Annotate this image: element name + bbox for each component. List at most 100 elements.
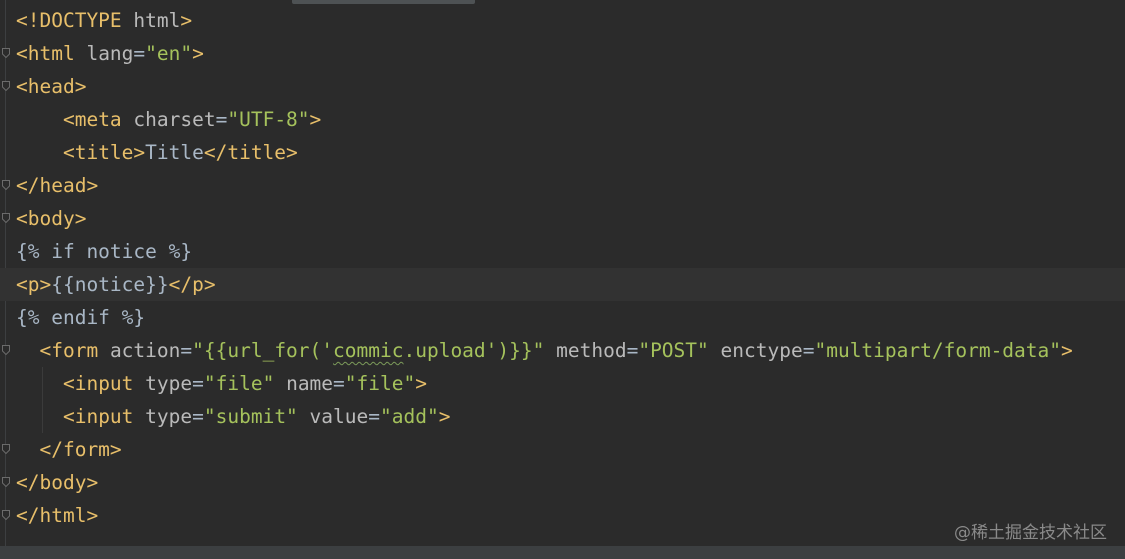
code-line-content: <meta charset="UTF-8"> — [16, 103, 321, 136]
code-line-content: <!DOCTYPE html> — [16, 4, 192, 37]
code-token: "POST" — [638, 339, 709, 362]
code-token: </head> — [16, 174, 99, 197]
code-token: lang — [86, 42, 134, 65]
code-line-content: <head> — [16, 70, 86, 103]
code-line-content: <form action="{{url_for('commic.upload')… — [16, 334, 1073, 367]
code-token: = — [802, 339, 815, 362]
code-line[interactable]: <title>Title</title> — [0, 136, 1125, 169]
code-line-content: <body> — [16, 202, 86, 235]
code-token: > — [1061, 339, 1073, 362]
code-line-content: <p>{{notice}}</p> — [16, 268, 216, 301]
code-token: "add" — [380, 405, 439, 428]
code-line-content: <title>Title</title> — [16, 136, 298, 169]
code-line-content: <input type="submit" value="add"> — [16, 400, 450, 433]
code-line[interactable]: </form> — [0, 433, 1125, 466]
code-token: <input — [62, 405, 146, 428]
code-line[interactable]: <html lang="en"> — [0, 37, 1125, 70]
code-token: <head> — [16, 75, 87, 98]
code-line[interactable]: <p>{{notice}}</p> — [0, 268, 1125, 301]
code-line[interactable]: {% endif %} — [0, 301, 1125, 334]
code-token: <body> — [16, 207, 87, 230]
code-token: <!DOCTYPE — [16, 9, 134, 32]
code-token: .upload')}}" — [403, 339, 545, 362]
code-token: {% endif %} — [16, 306, 146, 329]
indent-guide — [42, 367, 43, 433]
code-line-content: </head> — [16, 169, 98, 202]
code-line-content: </html> — [16, 499, 98, 532]
code-token: = — [192, 372, 204, 395]
code-token: Title — [145, 141, 204, 164]
code-token: commic — [333, 339, 404, 362]
code-line-content: {% if notice %} — [16, 235, 192, 268]
code-token: = — [333, 372, 345, 395]
code-token: method — [556, 339, 627, 362]
code-line-content: <html lang="en"> — [16, 37, 204, 70]
code-line[interactable]: {% if notice %} — [0, 235, 1125, 268]
code-token: <html — [16, 42, 87, 65]
code-token: "file" — [203, 372, 275, 395]
code-token: > — [415, 372, 427, 395]
status-strip — [0, 546, 1125, 559]
code-token: "en" — [145, 42, 193, 65]
code-token: <meta — [62, 108, 134, 131]
code-token: "multipart/form-data" — [814, 339, 1062, 362]
code-token: > — [180, 9, 193, 32]
code-token: </title> — [203, 141, 298, 164]
code-token: </html> — [16, 504, 99, 527]
code-token: </body> — [16, 471, 99, 494]
code-token: type — [145, 405, 193, 428]
code-token: = — [133, 42, 146, 65]
code-token: action — [109, 339, 181, 362]
code-token: > — [309, 108, 322, 131]
code-token: "{{url_for(' — [192, 339, 334, 362]
watermark-text: @稀土掘金技术社区 — [954, 523, 1107, 543]
code-token: <title> — [62, 141, 146, 164]
code-token: = — [626, 339, 639, 362]
code-token: <p> — [16, 273, 52, 296]
code-token: > — [438, 405, 451, 428]
code-line[interactable]: <body> — [0, 202, 1125, 235]
code-line[interactable]: </body> — [0, 466, 1125, 499]
code-editor[interactable]: <!DOCTYPE html> <html lang="en"> <head> <m… — [0, 0, 1125, 546]
code-token: <input — [62, 372, 146, 395]
code-token: <form — [39, 339, 110, 362]
code-line[interactable]: </head> — [0, 169, 1125, 202]
code-line-content: {% endif %} — [16, 301, 145, 334]
code-token: = — [180, 339, 193, 362]
code-line[interactable]: <form action="{{url_for('commic.upload')… — [0, 334, 1125, 367]
code-token: = — [192, 405, 204, 428]
code-token: "submit" — [203, 405, 298, 428]
code-token: enctype — [720, 339, 803, 362]
code-token: = — [215, 108, 228, 131]
code-token: = — [368, 405, 380, 428]
code-token: "UTF-8" — [227, 108, 310, 131]
code-token: type — [145, 372, 193, 395]
code-line[interactable]: <!DOCTYPE html> — [0, 4, 1125, 37]
code-token: charset — [133, 108, 216, 131]
code-token: </p> — [168, 273, 216, 296]
code-token: {{notice}} — [51, 273, 169, 296]
code-line[interactable]: <head> — [0, 70, 1125, 103]
code-token: > — [192, 42, 204, 65]
code-line-content: </form> — [16, 433, 122, 466]
code-token: value — [309, 405, 369, 428]
code-token: "file" — [344, 372, 416, 395]
code-token: html — [133, 9, 181, 32]
code-line[interactable]: <meta charset="UTF-8"> — [0, 103, 1125, 136]
code-line[interactable]: <input type="submit" value="add"> — [0, 400, 1125, 433]
code-token: </form> — [39, 438, 122, 461]
code-line-content: </body> — [16, 466, 98, 499]
code-line-content: <input type="file" name="file"> — [16, 367, 427, 400]
code-token: name — [286, 372, 334, 395]
code-line[interactable]: <input type="file" name="file"> — [0, 367, 1125, 400]
